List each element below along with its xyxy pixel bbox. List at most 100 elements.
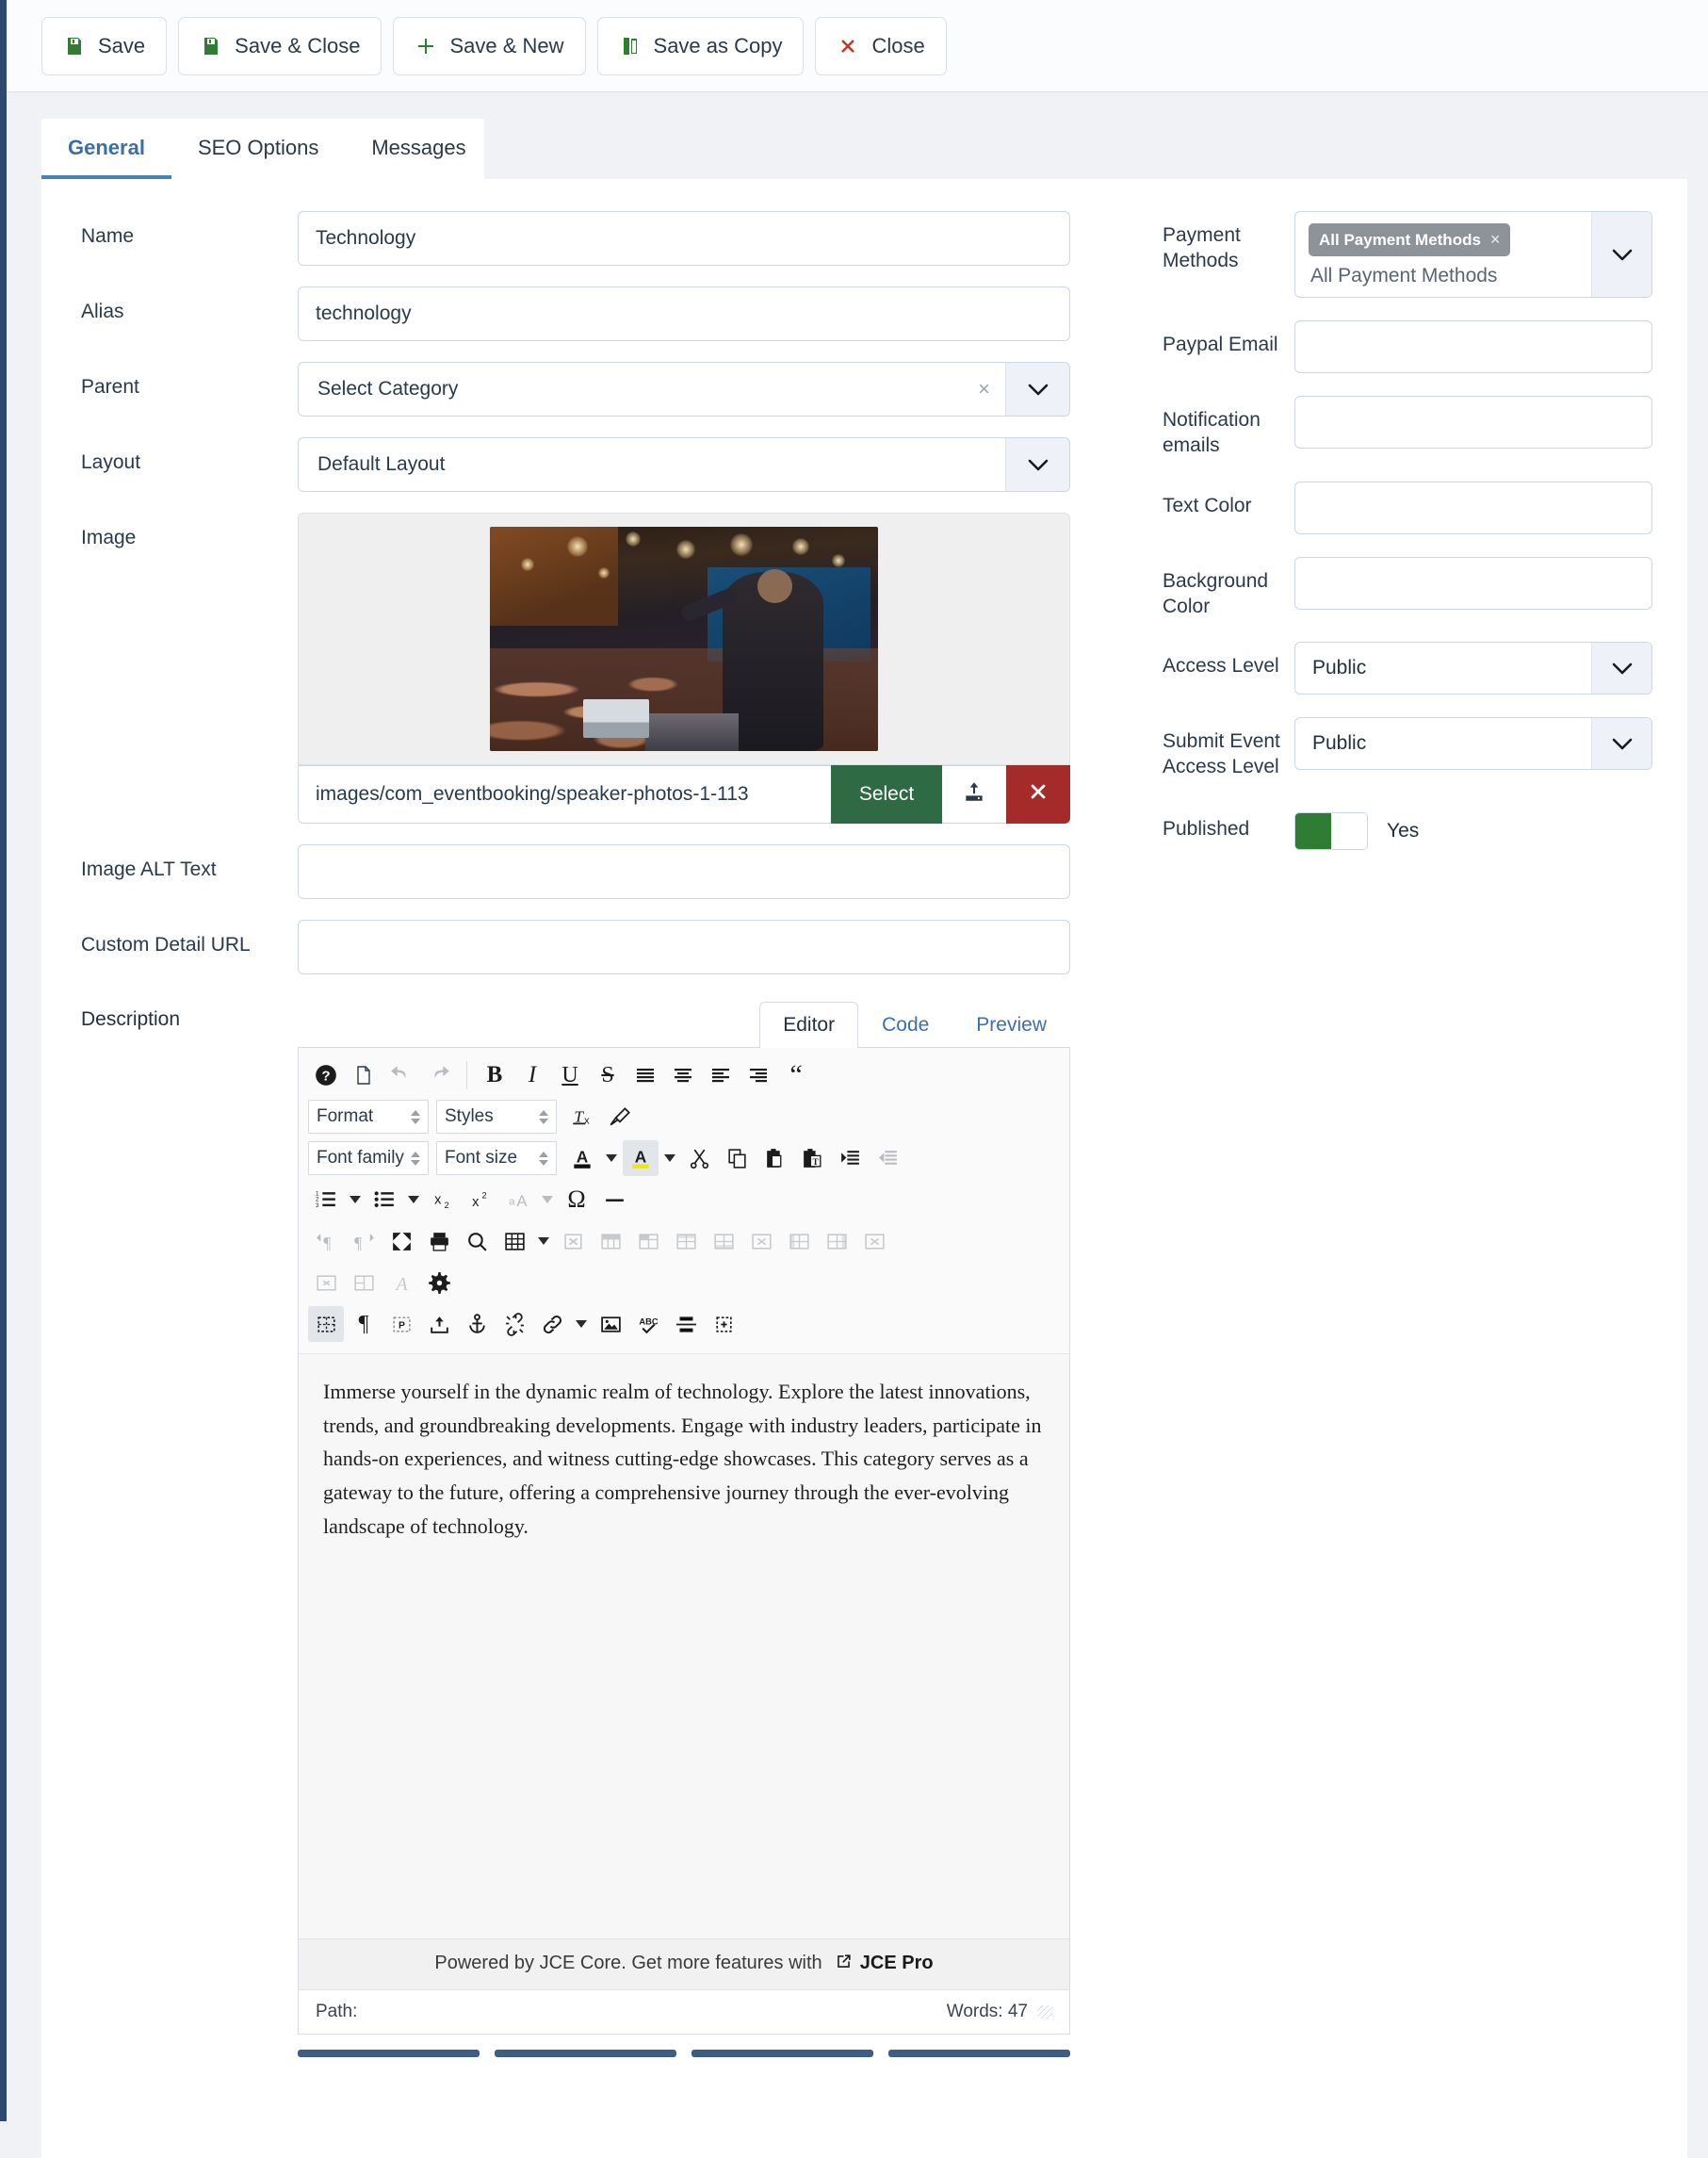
bottom-pill[interactable] xyxy=(298,2050,480,2057)
help-icon[interactable]: ? xyxy=(308,1057,344,1093)
close-button[interactable]: Close xyxy=(815,16,947,75)
align-right-icon[interactable] xyxy=(740,1057,776,1093)
paste-as-text-icon[interactable]: T xyxy=(794,1140,830,1176)
chevron-down-icon[interactable] xyxy=(1591,212,1651,297)
bottom-pill[interactable] xyxy=(888,2050,1070,2057)
anchor-icon[interactable] xyxy=(459,1306,495,1342)
settings-gear-icon[interactable] xyxy=(421,1265,457,1300)
cleanup-icon[interactable] xyxy=(602,1099,638,1135)
name-input[interactable] xyxy=(298,211,1070,266)
chevron-down-icon[interactable] xyxy=(1591,643,1651,695)
tab-seo-options[interactable]: SEO Options xyxy=(171,119,345,179)
file-upload-icon[interactable] xyxy=(421,1306,457,1342)
tab-general[interactable]: General xyxy=(41,119,171,179)
bullet-list-dropdown-icon[interactable] xyxy=(404,1182,423,1218)
show-invisibles-icon[interactable]: ¶ xyxy=(346,1306,382,1342)
format-select[interactable]: Format xyxy=(308,1100,429,1134)
published-toggle[interactable] xyxy=(1294,811,1368,850)
bullet-list-icon[interactable] xyxy=(366,1182,402,1218)
editor-tab-preview[interactable]: Preview xyxy=(952,1002,1070,1048)
text-color-input[interactable] xyxy=(1294,481,1652,534)
image-upload-button[interactable] xyxy=(942,765,1006,824)
custom-detail-url-input[interactable] xyxy=(298,920,1070,974)
merge-cells-icon[interactable] xyxy=(308,1265,344,1300)
access-level-select[interactable]: Public xyxy=(1294,642,1652,695)
image-path-input[interactable] xyxy=(298,765,831,824)
insert-column-before-icon[interactable] xyxy=(781,1223,817,1259)
text-color-icon[interactable]: A xyxy=(564,1140,600,1176)
table-row-properties-icon[interactable] xyxy=(593,1223,628,1259)
align-left-icon[interactable] xyxy=(703,1057,739,1093)
text-color-dropdown-icon[interactable] xyxy=(602,1140,621,1176)
split-cells-icon[interactable] xyxy=(346,1265,382,1300)
delete-table-icon[interactable] xyxy=(555,1223,591,1259)
paypal-email-input[interactable] xyxy=(1294,320,1652,373)
blockquote-icon[interactable]: “ xyxy=(778,1057,814,1093)
font-style-icon[interactable]: A xyxy=(383,1265,419,1300)
font-size-select[interactable]: Font size xyxy=(436,1141,557,1175)
fullscreen-icon[interactable] xyxy=(383,1223,419,1259)
save-and-close-button[interactable]: Save & Close xyxy=(178,16,382,75)
new-document-icon[interactable] xyxy=(346,1057,382,1093)
insert-block-icon[interactable] xyxy=(706,1306,741,1342)
cut-icon[interactable] xyxy=(681,1140,717,1176)
delete-column-icon[interactable] xyxy=(856,1223,892,1259)
editor-content-area[interactable]: Immerse yourself in the dynamic realm of… xyxy=(299,1354,1069,1938)
bottom-pill[interactable] xyxy=(691,2050,873,2057)
undo-icon[interactable] xyxy=(383,1057,419,1093)
align-justify-icon[interactable] xyxy=(627,1057,663,1093)
image-alt-input[interactable] xyxy=(298,844,1070,899)
payment-methods-chip[interactable]: All Payment Methods × xyxy=(1309,223,1511,256)
alias-input[interactable] xyxy=(298,286,1070,341)
jce-pro-link[interactable]: JCE Pro xyxy=(860,1953,934,1973)
horizontal-rule-icon[interactable] xyxy=(596,1182,632,1218)
link-icon[interactable] xyxy=(534,1306,570,1342)
editor-tab-code[interactable]: Code xyxy=(858,1002,952,1048)
unlink-icon[interactable] xyxy=(496,1306,532,1342)
visual-blocks-icon[interactable] xyxy=(308,1306,344,1342)
table-cell-properties-icon[interactable] xyxy=(630,1223,666,1259)
chevron-down-icon[interactable] xyxy=(1005,363,1069,416)
indent-icon[interactable] xyxy=(832,1140,868,1176)
chevron-down-icon[interactable] xyxy=(1005,438,1069,491)
payment-methods-multiselect[interactable]: All Payment Methods × All Payment Method… xyxy=(1294,211,1652,298)
bold-icon[interactable]: B xyxy=(477,1057,512,1093)
insert-table-icon[interactable] xyxy=(496,1223,532,1259)
tab-messages[interactable]: Messages xyxy=(345,119,492,179)
insert-row-after-icon[interactable] xyxy=(706,1223,741,1259)
text-case-dropdown-icon[interactable] xyxy=(538,1182,557,1218)
strikethrough-icon[interactable]: S xyxy=(590,1057,626,1093)
highlight-color-dropdown-icon[interactable] xyxy=(660,1140,679,1176)
submit-event-access-level-select[interactable]: Public xyxy=(1294,717,1652,771)
styles-select[interactable]: Styles xyxy=(436,1100,557,1134)
underline-icon[interactable]: U xyxy=(552,1057,588,1093)
editor-tab-editor[interactable]: Editor xyxy=(759,1002,859,1048)
insert-row-before-icon[interactable] xyxy=(668,1223,704,1259)
paste-icon[interactable] xyxy=(756,1140,792,1176)
link-dropdown-icon[interactable] xyxy=(572,1306,591,1342)
outdent-icon[interactable] xyxy=(870,1140,905,1176)
ltr-direction-icon[interactable]: ¶ xyxy=(308,1223,344,1259)
chip-remove-icon[interactable]: × xyxy=(1490,230,1501,250)
remove-format-icon[interactable]: Tx xyxy=(564,1099,600,1135)
print-icon[interactable] xyxy=(421,1223,457,1259)
insert-column-after-icon[interactable] xyxy=(819,1223,854,1259)
image-delete-button[interactable] xyxy=(1006,765,1070,824)
italic-icon[interactable]: I xyxy=(514,1057,550,1093)
editor-resize-handle[interactable] xyxy=(1037,2005,1052,2019)
paragraph-block-icon[interactable]: P xyxy=(383,1306,419,1342)
numbered-list-dropdown-icon[interactable] xyxy=(346,1182,365,1218)
save-and-new-button[interactable]: Save & New xyxy=(393,16,586,75)
subscript-icon[interactable]: x2 xyxy=(425,1182,461,1218)
chevron-down-icon[interactable] xyxy=(1591,718,1651,770)
rtl-direction-icon[interactable]: ¶ xyxy=(346,1223,382,1259)
page-break-icon[interactable] xyxy=(668,1306,704,1342)
highlight-color-icon[interactable]: A xyxy=(623,1140,659,1176)
delete-row-icon[interactable] xyxy=(743,1223,779,1259)
save-button[interactable]: Save xyxy=(41,16,168,75)
text-case-icon[interactable]: aA xyxy=(500,1182,536,1218)
table-dropdown-icon[interactable] xyxy=(534,1223,553,1259)
spellcheck-icon[interactable]: ABC xyxy=(630,1306,666,1342)
parent-clear-icon[interactable]: × xyxy=(978,379,1005,400)
image-select-button[interactable]: Select xyxy=(831,765,942,824)
